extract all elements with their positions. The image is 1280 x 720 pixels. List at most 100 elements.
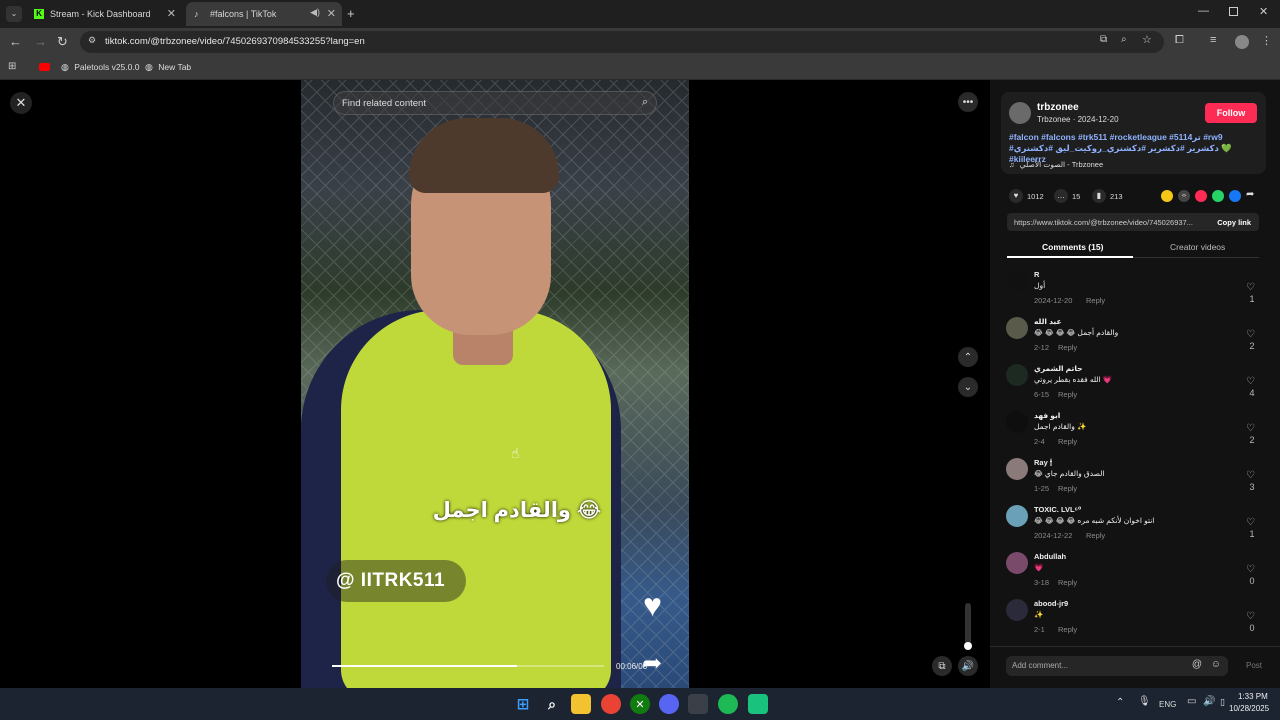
emoji-share-icon[interactable] xyxy=(1161,190,1173,202)
commenter-name[interactable]: Abdullah xyxy=(1034,552,1066,561)
back-button[interactable]: ← xyxy=(9,34,22,49)
start-icon[interactable]: ⊞ xyxy=(513,694,533,714)
author-username[interactable]: trbzonee xyxy=(1037,102,1079,113)
site-info-icon[interactable]: ⚙ xyxy=(88,35,96,46)
commenter-name[interactable]: TOXIC. LVL⁶⁰ xyxy=(1034,505,1081,514)
app-cube-icon[interactable] xyxy=(688,694,708,714)
previous-video-button[interactable]: ⌃ xyxy=(958,347,978,367)
install-app-icon[interactable]: ⧉ xyxy=(1100,34,1107,45)
volume-icon[interactable]: 🔊 xyxy=(1203,696,1215,707)
spotify-icon[interactable] xyxy=(718,694,738,714)
comment-like-icon[interactable]: ♡ xyxy=(1246,470,1255,481)
like-icon[interactable]: ♥ xyxy=(1009,189,1023,203)
mention-icon[interactable]: @ xyxy=(1192,659,1202,670)
media-controls-icon[interactable]: ≡ xyxy=(1210,34,1216,46)
clock-date[interactable]: 10/28/2025 xyxy=(1229,704,1269,713)
send-icon[interactable] xyxy=(1195,190,1207,202)
commenter-name[interactable]: abood-jr9 xyxy=(1034,599,1068,608)
related-search-input[interactable]: Find related content ⌕ xyxy=(333,91,657,115)
commenter-name[interactable]: ابو فهد xyxy=(1034,411,1060,420)
forward-button[interactable]: → xyxy=(34,34,47,49)
extensions-icon[interactable]: ⧠ xyxy=(1175,34,1184,47)
author-avatar[interactable] xyxy=(1009,102,1031,124)
tab-tiktok[interactable]: ♪ #falcons | TikTok ◀) ✕ xyxy=(186,2,342,26)
pip-button[interactable]: ⧉ xyxy=(932,656,952,676)
commenter-name[interactable]: عبد الله xyxy=(1034,317,1062,326)
close-video-button[interactable]: ✕ xyxy=(10,92,32,114)
discord-icon[interactable] xyxy=(659,694,679,714)
menu-icon[interactable]: ⋮ xyxy=(1261,34,1272,47)
chrome-icon[interactable] xyxy=(601,694,621,714)
emoji-icon[interactable]: ☺ xyxy=(1211,659,1221,670)
tab-list-button[interactable]: ⌄ xyxy=(6,6,22,22)
language-indicator[interactable]: ENG xyxy=(1159,700,1176,709)
comment-like-icon[interactable]: ♡ xyxy=(1246,564,1255,575)
like-heart-icon[interactable]: ♥ xyxy=(643,589,662,621)
clock-time[interactable]: 1:33 PM xyxy=(1238,692,1268,701)
comment-like-icon[interactable]: ♡ xyxy=(1246,329,1255,340)
apps-grid-icon[interactable]: ⊞ xyxy=(8,61,16,72)
minimize-button[interactable]: — xyxy=(1198,5,1209,17)
commenter-name[interactable]: حاتم الشمري xyxy=(1034,364,1083,373)
whatsapp-icon[interactable] xyxy=(1212,190,1224,202)
comment-like-icon[interactable]: ♡ xyxy=(1246,423,1255,434)
comment-like-icon[interactable]: ♡ xyxy=(1246,376,1255,387)
game-app-icon[interactable] xyxy=(748,694,768,714)
post-link-box[interactable]: https://www.tiktok.com/@trbzonee/video/7… xyxy=(1007,213,1259,231)
bookmark-paletools[interactable]: ◍ Paletools v25.0.0 xyxy=(61,62,139,73)
youtube-icon[interactable] xyxy=(39,63,50,71)
reply-button[interactable]: Reply xyxy=(1058,343,1077,352)
commenter-avatar[interactable] xyxy=(1006,270,1028,292)
next-video-button[interactable]: ⌄ xyxy=(958,377,978,397)
profile-avatar[interactable] xyxy=(1235,35,1249,49)
post-comment-button[interactable]: Post xyxy=(1246,661,1262,670)
speaker-icon[interactable]: ◀) xyxy=(310,7,320,18)
microphone-icon[interactable]: 🎙 xyxy=(1138,696,1151,707)
more-options-button[interactable]: ••• xyxy=(958,92,978,112)
commenter-avatar[interactable] xyxy=(1006,411,1028,433)
bookmark-new-tab[interactable]: ◍ New Tab xyxy=(145,62,191,73)
embed-icon[interactable]: ‹› xyxy=(1178,190,1190,202)
omnibox[interactable]: ⚙ tiktok.com/@trbzonee/video/74502693709… xyxy=(80,31,1164,53)
volume-knob[interactable] xyxy=(964,642,972,650)
tab-kick-dashboard[interactable]: K Stream - Kick Dashboard ✕ xyxy=(26,2,182,26)
comment-icon[interactable]: … xyxy=(1054,189,1068,203)
comment-like-icon[interactable]: ♡ xyxy=(1246,282,1255,293)
commenter-avatar[interactable] xyxy=(1006,458,1028,480)
file-explorer-icon[interactable] xyxy=(571,694,591,714)
close-icon[interactable]: ✕ xyxy=(167,7,176,20)
commenter-avatar[interactable] xyxy=(1006,505,1028,527)
tab-creator-videos[interactable]: Creator videos xyxy=(1170,242,1225,252)
volume-slider[interactable] xyxy=(964,603,972,650)
commenter-avatar[interactable] xyxy=(1006,552,1028,574)
sound-row[interactable]: ♫ الصوت الأصلي - Trbzonee xyxy=(1009,160,1103,169)
commenter-name[interactable]: Ray 🕯 xyxy=(1034,458,1052,468)
reply-button[interactable]: Reply xyxy=(1058,484,1077,493)
reply-button[interactable]: Reply xyxy=(1058,578,1077,587)
reply-button[interactable]: Reply xyxy=(1086,296,1105,305)
commenter-name[interactable]: R xyxy=(1034,270,1039,279)
commenter-avatar[interactable] xyxy=(1006,364,1028,386)
tray-chevron-icon[interactable]: ⌃ xyxy=(1116,697,1124,708)
add-comment-input[interactable]: Add comment... @ ☺ xyxy=(1006,656,1228,676)
bookmark-icon[interactable]: ▮ xyxy=(1092,189,1106,203)
tab-comments[interactable]: Comments (15) xyxy=(1042,242,1103,252)
network-icon[interactable]: ▭ xyxy=(1187,696,1196,707)
reply-button[interactable]: Reply xyxy=(1058,390,1077,399)
commenter-avatar[interactable] xyxy=(1006,599,1028,621)
volume-button[interactable]: 🔊 xyxy=(958,656,978,676)
search-icon[interactable]: ⌕ xyxy=(542,694,562,714)
commenter-avatar[interactable] xyxy=(1006,317,1028,339)
new-tab-button[interactable]: + xyxy=(347,6,355,21)
reply-button[interactable]: Reply xyxy=(1058,625,1077,634)
bookmark-star-icon[interactable]: ☆ xyxy=(1142,33,1152,46)
share-more-icon[interactable]: ➦ xyxy=(1246,189,1254,200)
reload-button[interactable]: ↻ xyxy=(57,34,68,50)
video-progress-bar[interactable] xyxy=(332,665,604,667)
facebook-icon[interactable] xyxy=(1229,190,1241,202)
reply-button[interactable]: Reply xyxy=(1058,437,1077,446)
comment-like-icon[interactable]: ♡ xyxy=(1246,611,1255,622)
search-icon[interactable]: ⌕ xyxy=(642,96,648,109)
follow-button[interactable]: Follow xyxy=(1205,103,1257,123)
close-icon[interactable]: ✕ xyxy=(327,7,336,20)
